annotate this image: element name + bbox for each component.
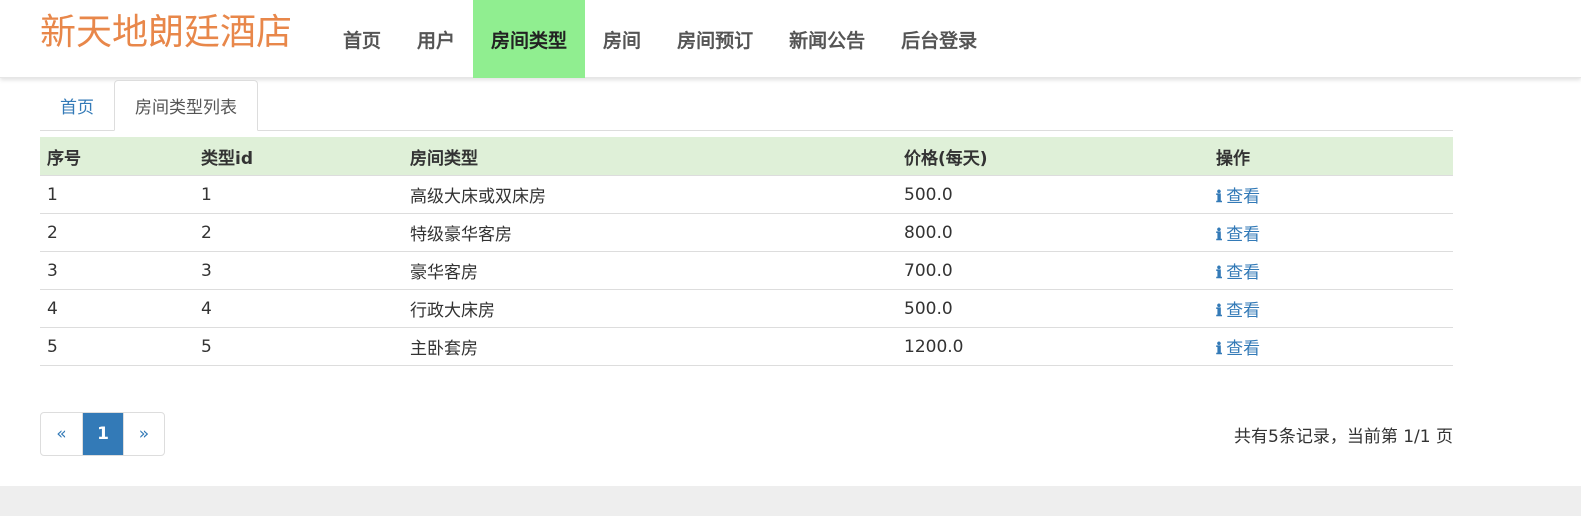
nav-item-users[interactable]: 用户 bbox=[399, 0, 473, 78]
info-icon: ℹ bbox=[1216, 225, 1223, 244]
table-row: 1 1 高级大床或双床房 500.0 ℹ 查看 bbox=[40, 175, 1453, 214]
view-label: 查看 bbox=[1226, 263, 1261, 283]
cell-action: ℹ 查看 bbox=[1209, 213, 1453, 252]
column-header-price: 价格(每天) bbox=[897, 137, 1209, 176]
table-row: 3 3 豪华客房 700.0 ℹ 查看 bbox=[40, 251, 1453, 290]
cell-price: 500.0 bbox=[897, 175, 1209, 214]
room-type-table: 序号 类型id 房间类型 价格(每天) 操作 1 1 高级大床或双床房 500.… bbox=[40, 137, 1453, 366]
cell-index: 2 bbox=[40, 213, 194, 252]
cell-type-id: 3 bbox=[194, 251, 403, 290]
main-nav: 首页 用户 房间类型 房间 房间预订 新闻公告 后台登录 bbox=[325, 0, 995, 78]
tab-room-type-list[interactable]: 房间类型列表 bbox=[114, 80, 258, 131]
next-page-button[interactable]: » bbox=[123, 413, 164, 455]
nav-item-rooms[interactable]: 房间 bbox=[585, 0, 659, 78]
cell-type-id: 5 bbox=[194, 327, 403, 366]
nav-item-news[interactable]: 新闻公告 bbox=[771, 0, 883, 78]
pagination: « 1 » bbox=[40, 412, 165, 456]
table-row: 5 5 主卧套房 1200.0 ℹ 查看 bbox=[40, 327, 1453, 366]
view-label: 查看 bbox=[1226, 339, 1261, 359]
view-link[interactable]: ℹ 查看 bbox=[1216, 339, 1260, 359]
nav-item-reservations[interactable]: 房间预订 bbox=[659, 0, 771, 78]
table-row: 2 2 特级豪华客房 800.0 ℹ 查看 bbox=[40, 213, 1453, 252]
cell-index: 4 bbox=[40, 289, 194, 328]
info-icon: ℹ bbox=[1216, 301, 1223, 320]
cell-price: 700.0 bbox=[897, 251, 1209, 290]
page-1-button[interactable]: 1 bbox=[82, 413, 123, 455]
cell-index: 1 bbox=[40, 175, 194, 214]
cell-type-id: 1 bbox=[194, 175, 403, 214]
cell-action: ℹ 查看 bbox=[1209, 327, 1453, 366]
brand-logo[interactable]: 新天地朗廷酒店 bbox=[40, 8, 292, 58]
cell-room-type: 主卧套房 bbox=[403, 327, 897, 366]
cell-action: ℹ 查看 bbox=[1209, 289, 1453, 328]
cell-action: ℹ 查看 bbox=[1209, 175, 1453, 214]
record-summary: 共有5条记录，当前第 1/1 页 bbox=[1234, 427, 1453, 447]
cell-price: 500.0 bbox=[897, 289, 1209, 328]
tab-home[interactable]: 首页 bbox=[40, 80, 114, 130]
column-header-action: 操作 bbox=[1209, 137, 1453, 176]
cell-index: 3 bbox=[40, 251, 194, 290]
cell-room-type: 行政大床房 bbox=[403, 289, 897, 328]
info-icon: ℹ bbox=[1216, 263, 1223, 282]
cell-price: 1200.0 bbox=[897, 327, 1209, 366]
column-header-index: 序号 bbox=[40, 137, 194, 176]
nav-item-room-types[interactable]: 房间类型 bbox=[473, 0, 586, 78]
info-icon: ℹ bbox=[1216, 187, 1223, 206]
view-link[interactable]: ℹ 查看 bbox=[1216, 301, 1260, 321]
cell-room-type: 豪华客房 bbox=[403, 251, 897, 290]
view-label: 查看 bbox=[1226, 187, 1261, 207]
view-link[interactable]: ℹ 查看 bbox=[1216, 187, 1260, 207]
view-link[interactable]: ℹ 查看 bbox=[1216, 225, 1260, 245]
cell-index: 5 bbox=[40, 327, 194, 366]
cell-room-type: 特级豪华客房 bbox=[403, 213, 897, 252]
table-header-row: 序号 类型id 房间类型 价格(每天) 操作 bbox=[40, 137, 1453, 176]
top-navbar: 新天地朗廷酒店 首页 用户 房间类型 房间 房间预订 新闻公告 后台登录 bbox=[0, 0, 1581, 78]
footer-strip bbox=[0, 486, 1581, 516]
column-header-type-id: 类型id bbox=[194, 137, 403, 176]
view-label: 查看 bbox=[1226, 301, 1261, 321]
nav-item-admin-login[interactable]: 后台登录 bbox=[883, 0, 995, 78]
breadcrumb-tabs: 首页 房间类型列表 bbox=[40, 80, 1453, 131]
cell-type-id: 2 bbox=[194, 213, 403, 252]
info-icon: ℹ bbox=[1216, 339, 1223, 358]
nav-item-home[interactable]: 首页 bbox=[325, 0, 399, 78]
view-link[interactable]: ℹ 查看 bbox=[1216, 263, 1260, 283]
cell-type-id: 4 bbox=[194, 289, 403, 328]
cell-action: ℹ 查看 bbox=[1209, 251, 1453, 290]
table-row: 4 4 行政大床房 500.0 ℹ 查看 bbox=[40, 289, 1453, 328]
view-label: 查看 bbox=[1226, 225, 1261, 245]
cell-room-type: 高级大床或双床房 bbox=[403, 175, 897, 214]
column-header-room-type: 房间类型 bbox=[403, 137, 897, 176]
prev-page-button[interactable]: « bbox=[41, 413, 82, 455]
cell-price: 800.0 bbox=[897, 213, 1209, 252]
